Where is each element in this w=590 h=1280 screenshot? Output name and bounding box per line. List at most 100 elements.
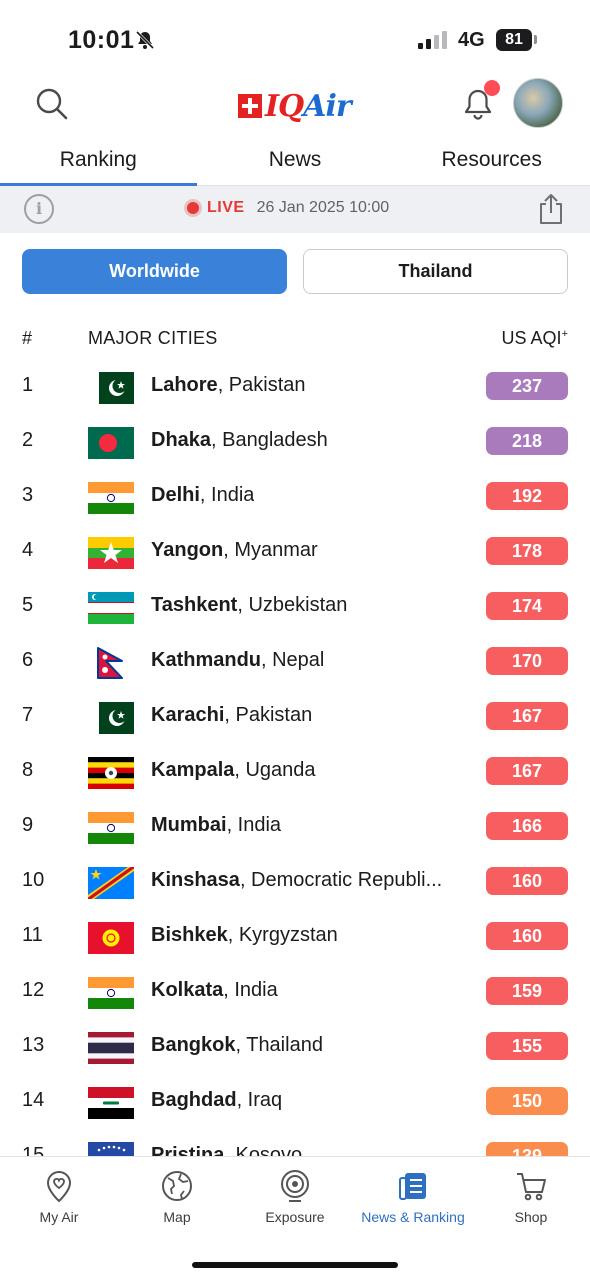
table-row[interactable]: 11 Bishkek, Kyrgyzstan 160: [0, 910, 590, 965]
rank-number: 7: [22, 704, 34, 726]
country-name: , India: [223, 979, 278, 1001]
city-label: Kinshasa, Democratic Republi...: [151, 869, 442, 892]
iqair-logo: IQAir: [238, 86, 352, 126]
city-name: Kinshasa: [151, 869, 240, 891]
search-icon[interactable]: [34, 86, 70, 122]
city-label: Dhaka, Bangladesh: [151, 429, 328, 452]
rank-number: 2: [22, 429, 34, 451]
aqi-badge: 167: [486, 702, 568, 730]
table-row[interactable]: 6 Kathmandu, Nepal 170: [0, 635, 590, 690]
city-label: Bangkok, Thailand: [151, 1034, 323, 1057]
city-name: Kathmandu: [151, 649, 261, 671]
country-name: , Pakistan: [224, 704, 313, 726]
nav-label: Map: [163, 1209, 191, 1225]
nav-label: Shop: [514, 1209, 548, 1225]
live-status: LIVE 26 Jan 2025 10:00: [187, 199, 389, 217]
table-row[interactable]: 9 Mumbai, India 166: [0, 800, 590, 855]
rank-number: 6: [22, 649, 34, 671]
table-row[interactable]: 12 Kolkata, India 159: [0, 965, 590, 1020]
city-name: Lahore: [151, 374, 218, 396]
nav-label: Exposure: [265, 1209, 325, 1225]
table-row[interactable]: 2 Dhaka, Bangladesh 218: [0, 415, 590, 470]
country-name: , Bangladesh: [211, 429, 328, 451]
globe-icon: [162, 1171, 192, 1201]
aqi-badge: 174: [486, 592, 568, 620]
rank-number: 1: [22, 374, 34, 396]
table-row[interactable]: 1 Lahore, Pakistan 237: [0, 360, 590, 415]
nav-exposure[interactable]: Exposure: [236, 1169, 354, 1225]
nav-my-air[interactable]: My Air: [0, 1169, 118, 1225]
share-icon[interactable]: [536, 192, 566, 226]
country-name: , Myanmar: [223, 539, 318, 561]
avatar[interactable]: [513, 78, 563, 128]
myanmar-flag: [88, 537, 134, 569]
country-button[interactable]: Thailand: [303, 249, 568, 294]
live-bar: i LIVE 26 Jan 2025 10:00: [0, 186, 590, 233]
city-name: Mumbai: [151, 814, 227, 836]
table-row[interactable]: 3 Delhi, India 192: [0, 470, 590, 525]
logo-text: IQAir: [265, 88, 352, 124]
table-row[interactable]: 5 Tashkent, Uzbekistan 174: [0, 580, 590, 635]
table-row[interactable]: 14 Baghdad, Iraq 150: [0, 1075, 590, 1130]
battery-indicator: 81: [496, 29, 532, 51]
aqi-badge: 150: [486, 1087, 568, 1115]
aqi-badge: 237: [486, 372, 568, 400]
table-row[interactable]: 10 Kinshasa, Democratic Republi... 160: [0, 855, 590, 910]
rank-number: 9: [22, 814, 34, 836]
tab-resources[interactable]: Resources: [393, 140, 590, 185]
nav-news-ranking[interactable]: News & Ranking: [354, 1169, 472, 1225]
tab-news[interactable]: News: [197, 140, 394, 185]
nav-label: News & Ranking: [361, 1209, 465, 1225]
city-label: Baghdad, Iraq: [151, 1089, 282, 1112]
dr-congo-flag: [88, 867, 134, 899]
country-name: , Iraq: [236, 1089, 283, 1111]
city-name: Bishkek: [151, 924, 228, 946]
aqi-badge: 170: [486, 647, 568, 675]
column-header-rank: #: [22, 328, 33, 348]
city-label: Lahore, Pakistan: [151, 374, 306, 397]
aqi-badge: 178: [486, 537, 568, 565]
city-name: Dhaka: [151, 429, 212, 451]
uzbekistan-flag: [88, 592, 134, 624]
country-name: , Nepal: [261, 649, 325, 671]
cart-icon: [517, 1173, 546, 1201]
city-label: Delhi, India: [151, 484, 254, 507]
city-name: Tashkent: [151, 594, 238, 616]
city-label: Kathmandu, Nepal: [151, 649, 324, 672]
network-type: 4G: [458, 29, 485, 51]
city-label: Karachi, Pakistan: [151, 704, 312, 727]
city-name: Yangon: [151, 539, 224, 561]
country-name: , India: [226, 814, 282, 836]
info-icon[interactable]: i: [24, 194, 54, 224]
notification-badge: [484, 80, 500, 96]
live-datetime: 26 Jan 2025 10:00: [256, 199, 390, 216]
india-flag: [88, 812, 134, 844]
pakistan-flag: [88, 372, 134, 404]
bell-muted-icon: [135, 30, 155, 50]
rank-number: 8: [22, 759, 34, 781]
table-row[interactable]: 8 Kampala, Uganda 167: [0, 745, 590, 800]
rank-number: 11: [22, 924, 43, 946]
aqi-badge: 160: [486, 867, 568, 895]
country-name: , Uzbekistan: [237, 594, 348, 616]
aqi-badge: 192: [486, 482, 568, 510]
table-row[interactable]: 13 Bangkok, Thailand 155: [0, 1020, 590, 1075]
rank-number: 14: [22, 1089, 45, 1111]
nav-map[interactable]: Map: [118, 1169, 236, 1225]
rank-number: 13: [22, 1034, 45, 1056]
tab-ranking[interactable]: Ranking: [0, 140, 197, 186]
india-flag: [88, 482, 134, 514]
city-label: Yangon, Myanmar: [151, 539, 318, 562]
table-row[interactable]: 4 Yangon, Myanmar 178: [0, 525, 590, 580]
india-flag: [88, 977, 134, 1009]
rank-number: 5: [22, 594, 34, 616]
aqi-badge: 167: [486, 757, 568, 785]
aqi-badge: 166: [486, 812, 568, 840]
worldwide-button[interactable]: Worldwide: [22, 249, 287, 294]
nav-shop[interactable]: Shop: [472, 1169, 590, 1225]
news-ranking-icon: [399, 1173, 426, 1200]
aqi-badge: 218: [486, 427, 568, 455]
aqi-badge: 160: [486, 922, 568, 950]
rank-number: 3: [22, 484, 34, 506]
table-row[interactable]: 7 Karachi, Pakistan 167: [0, 690, 590, 745]
